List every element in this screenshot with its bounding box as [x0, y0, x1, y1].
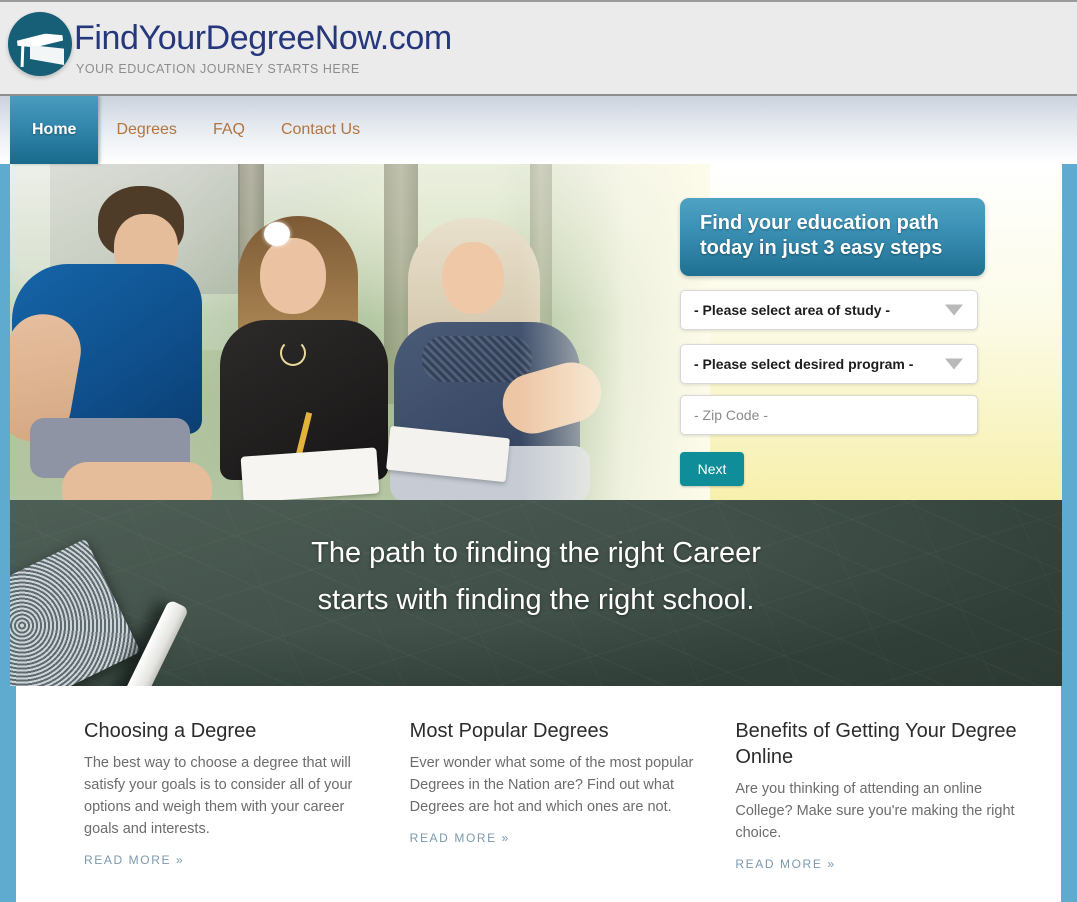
brand-tagline: YOUR EDUCATION JOURNEY STARTS HERE: [76, 62, 360, 76]
chalkboard-line-1: The path to finding the right Career: [311, 537, 761, 569]
next-button[interactable]: Next: [680, 452, 744, 487]
column-body: The best way to choose a degree that wil…: [84, 755, 353, 838]
feature-columns: Choosing a Degree The best way to choose…: [16, 686, 1061, 902]
read-more-link[interactable]: READ MORE »: [410, 831, 510, 845]
chalkboard-text: The path to finding the right Career sta…: [10, 530, 1062, 624]
student3-lace: [422, 336, 532, 382]
cap-tassel: [20, 42, 25, 68]
student2-face: [260, 238, 326, 314]
zip-code-placeholder: - Zip Code -: [694, 407, 768, 424]
student3-face: [442, 242, 504, 314]
cap-base: [30, 45, 64, 65]
chevron-down-icon: [945, 304, 963, 316]
photo-student-brunette: [208, 216, 398, 500]
desired-program-value: - Please select desired program -: [694, 356, 914, 373]
feature-column-most-popular-degrees: Most Popular Degrees Ever wonder what so…: [410, 718, 736, 902]
site-logo[interactable]: [8, 12, 72, 76]
site-header: FindYourDegreeNow.com YOUR EDUCATION JOU…: [0, 0, 1077, 96]
student2-hair-flower: [264, 222, 290, 246]
feature-column-benefits-online-degree: Benefits of Getting Your Degree Online A…: [735, 718, 1061, 902]
column-body: Ever wonder what some of the most popula…: [409, 755, 694, 816]
desired-program-select[interactable]: - Please select desired program -: [680, 344, 978, 385]
area-of-study-value: - Please select area of study -: [694, 302, 891, 319]
column-title: Most Popular Degrees: [409, 720, 609, 742]
read-more-link[interactable]: READ MORE »: [84, 853, 184, 867]
column-body: Are you thinking of attending an online …: [735, 781, 1015, 842]
nav-item-faq[interactable]: FAQ: [195, 96, 263, 164]
graduation-cap-icon: [8, 12, 72, 76]
nav-item-home[interactable]: Home: [10, 96, 99, 164]
nav-item-contact-us[interactable]: Contact Us: [263, 96, 378, 164]
right-border-rail: [1061, 164, 1077, 902]
chalkboard-banner: The path to finding the right Career sta…: [10, 500, 1062, 686]
hero-photo-students: [10, 164, 710, 500]
page-root: FindYourDegreeNow.com YOUR EDUCATION JOU…: [0, 0, 1077, 902]
main-navigation: Home Degrees FAQ Contact Us: [0, 96, 1077, 164]
photo-student-male: [10, 186, 212, 500]
zip-code-field[interactable]: - Zip Code -: [680, 395, 978, 436]
column-title: Benefits of Getting Your Degree Online: [735, 720, 1017, 768]
form-headline: Find your education path today in just 3…: [680, 198, 985, 277]
area-of-study-select[interactable]: - Please select area of study -: [680, 290, 978, 331]
student2-notepad: [240, 447, 380, 500]
hero-section: Find your education path today in just 3…: [10, 164, 1062, 500]
nav-item-degrees[interactable]: Degrees: [98, 96, 194, 164]
read-more-link[interactable]: READ MORE »: [735, 857, 835, 871]
student1-leg: [62, 462, 212, 500]
column-title: Choosing a Degree: [84, 720, 257, 742]
chevron-down-icon: [945, 358, 963, 370]
student2-necklace: [280, 340, 306, 366]
lead-capture-form: Find your education path today in just 3…: [680, 198, 992, 487]
brand-title[interactable]: FindYourDegreeNow.com: [74, 19, 452, 58]
chalkboard-line-2: starts with finding the right school.: [317, 583, 755, 616]
feature-column-choosing-a-degree: Choosing a Degree The best way to choose…: [84, 718, 410, 902]
